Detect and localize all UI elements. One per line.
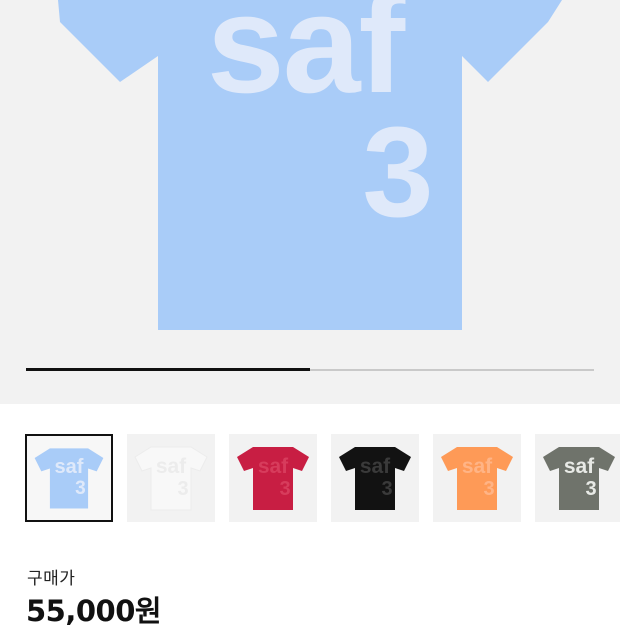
- color-swatch-black[interactable]: saf 3: [331, 434, 419, 522]
- color-swatch-light-blue[interactable]: saf 3: [25, 434, 113, 522]
- color-swatch-white[interactable]: saf 3: [127, 434, 215, 522]
- svg-text:3: 3: [177, 478, 188, 500]
- tshirt-thumb-icon: saf 3: [237, 447, 309, 510]
- svg-text:saf: saf: [258, 455, 289, 478]
- svg-text:3: 3: [381, 478, 392, 500]
- tshirt-thumb-icon: saf 3: [339, 447, 411, 510]
- svg-text:3: 3: [483, 478, 494, 500]
- svg-text:saf: saf: [360, 455, 391, 478]
- svg-text:3: 3: [279, 478, 290, 500]
- product-image: saf 3: [58, 0, 562, 330]
- color-swatch-red[interactable]: saf 3: [229, 434, 317, 522]
- svg-text:saf: saf: [462, 455, 493, 478]
- price-label: 구매가: [27, 569, 76, 589]
- image-progress-fill: [26, 368, 310, 371]
- color-swatch-khaki-gray[interactable]: saf 3: [535, 434, 620, 522]
- color-swatch-list: saf 3 saf 3 saf 3 saf 3 saf 3 saf 3: [25, 434, 620, 526]
- svg-text:3: 3: [585, 478, 596, 500]
- image-progress-bar: [26, 368, 594, 371]
- color-swatch-orange[interactable]: saf 3: [433, 434, 521, 522]
- price-value: 55,000원: [26, 594, 162, 628]
- svg-text:3: 3: [75, 478, 86, 499]
- tshirt-thumb-icon: saf 3: [441, 447, 513, 510]
- tshirt-thumb-icon: saf 3: [543, 447, 615, 510]
- tshirt-print-3: 3: [362, 101, 433, 244]
- svg-text:saf: saf: [564, 455, 595, 478]
- svg-text:saf: saf: [55, 456, 84, 478]
- tshirt-thumb-icon: saf 3: [34, 448, 104, 509]
- tshirt-thumb-icon: saf 3: [134, 446, 208, 511]
- svg-text:saf: saf: [156, 455, 187, 478]
- product-image-carousel[interactable]: saf 3: [0, 0, 620, 404]
